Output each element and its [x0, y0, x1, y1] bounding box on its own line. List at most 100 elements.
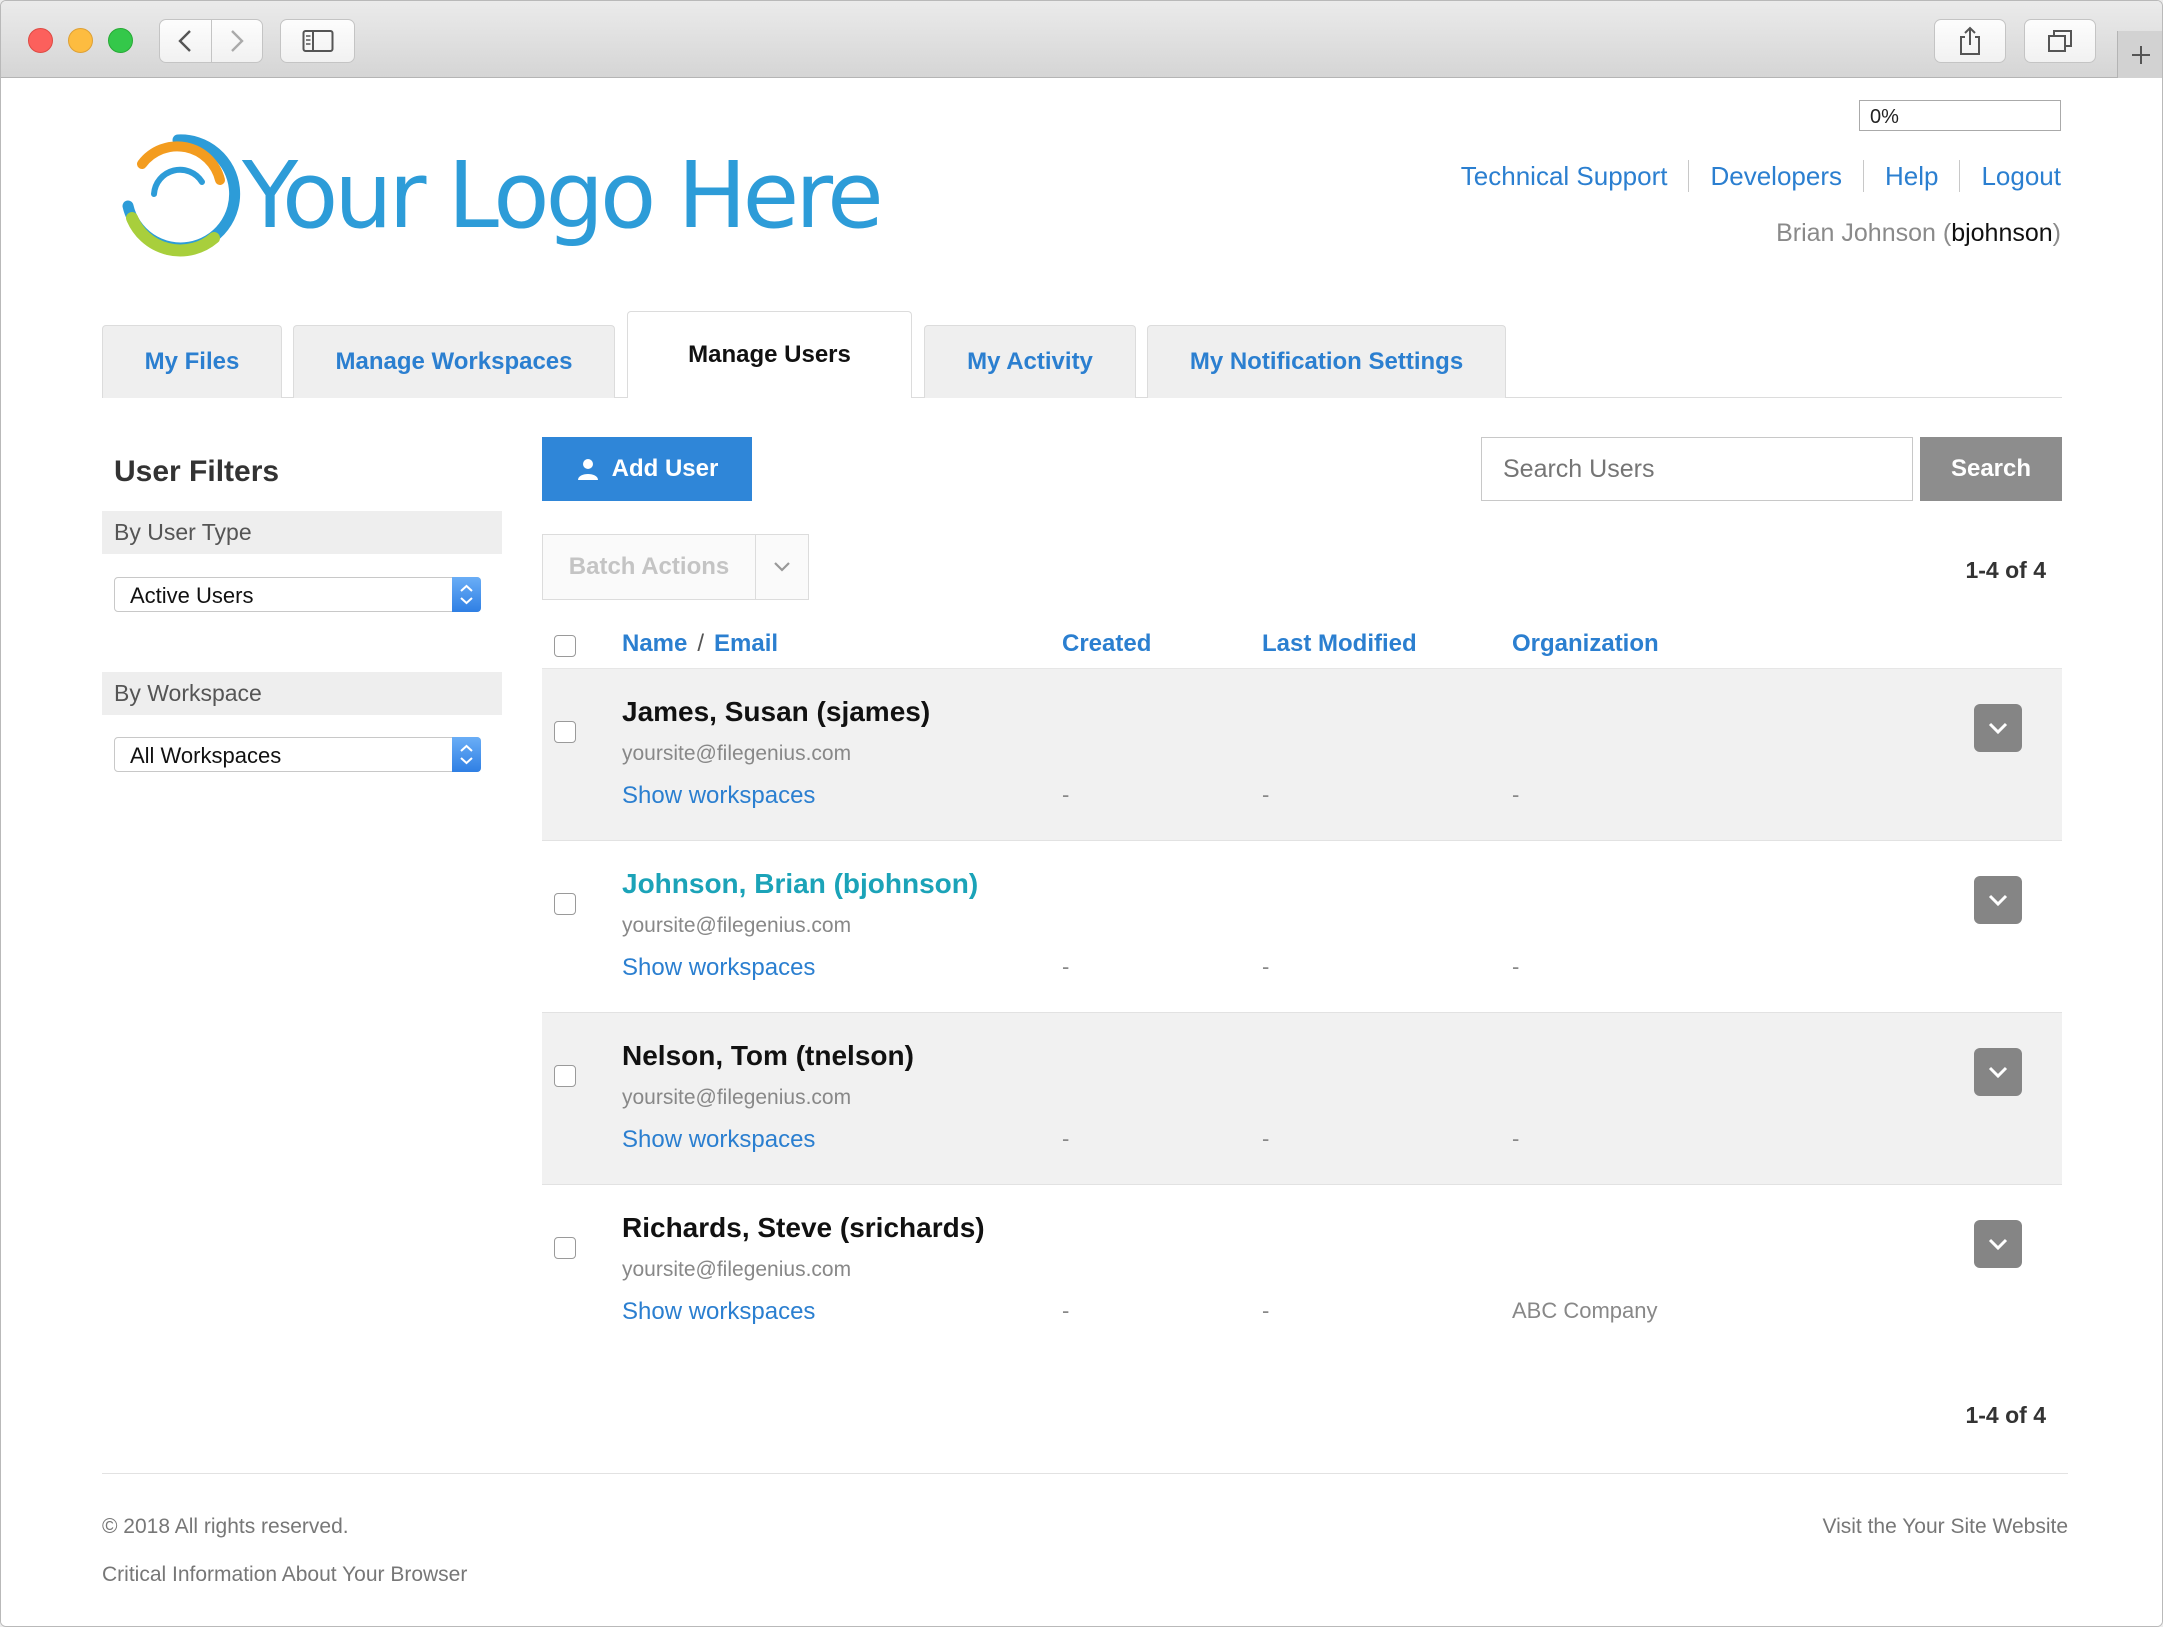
row-actions-button[interactable]: [1974, 1220, 2022, 1268]
link-separator: [1862, 160, 1864, 192]
new-tab-button[interactable]: [2117, 31, 2162, 78]
zoom-window-button[interactable]: [108, 28, 133, 53]
organization-value: ABC Company: [1512, 1298, 1658, 1323]
workspace-value: All Workspaces: [130, 743, 282, 768]
batch-actions-toggle[interactable]: [756, 535, 808, 599]
created-value: -: [1062, 1298, 1070, 1323]
workspace-select[interactable]: All Workspaces: [114, 737, 481, 772]
user-login-paren: (: [1942, 219, 1952, 247]
created-value: -: [1062, 1126, 1070, 1151]
site-logo[interactable]: Your Logo Here: [114, 118, 884, 288]
table-row: Nelson, Tom (tnelson) yoursite@filegeniu…: [542, 1013, 2062, 1185]
tab-manage-users[interactable]: Manage Users: [627, 311, 912, 398]
plus-icon: [2132, 45, 2150, 64]
forward-button[interactable]: [212, 20, 263, 62]
user-name: Nelson, Tom (tnelson): [622, 1040, 914, 1071]
sort-by-created[interactable]: Created: [1062, 630, 1151, 658]
share-button[interactable]: [1934, 19, 2006, 63]
user-email: yoursite@filegenius.com: [622, 1086, 852, 1109]
row-checkbox[interactable]: [554, 1065, 576, 1087]
logo-swirl-icon: [122, 134, 241, 257]
show-workspaces-link[interactable]: Show workspaces: [622, 1298, 815, 1326]
table-row: Johnson, Brian (bjohnson) yoursite@fileg…: [542, 841, 2062, 1013]
sidebar-toggle-button[interactable]: [280, 19, 355, 63]
select-arrows-icon: [452, 577, 481, 612]
tab-manage-workspaces[interactable]: Manage Workspaces: [293, 325, 615, 398]
tabs-overview-icon: [2048, 30, 2072, 52]
row-checkbox[interactable]: [554, 893, 576, 915]
user-display-name: Brian Johnson: [1776, 219, 1936, 247]
user-icon: [577, 459, 598, 480]
top-links: Technical Support Developers Help Logout: [1461, 160, 2061, 192]
user-email: yoursite@filegenius.com: [622, 742, 852, 765]
show-workspaces-link[interactable]: Show workspaces: [622, 1126, 815, 1154]
chevron-right-icon: [230, 30, 244, 52]
last-modified-value: -: [1262, 782, 1270, 807]
sort-by-name[interactable]: Name: [622, 630, 687, 657]
user-name: Johnson, Brian (bjohnson): [622, 868, 979, 899]
back-button[interactable]: [160, 20, 212, 62]
add-user-label: Add User: [611, 455, 719, 482]
users-table-header: Name / Email Created Last Modified Organiz…: [542, 619, 2062, 670]
add-user-button[interactable]: Add User: [542, 437, 752, 501]
chevron-down-icon: [1988, 894, 2008, 907]
show-workspaces-link[interactable]: Show workspaces: [622, 782, 815, 810]
user-type-select[interactable]: Active Users: [114, 577, 481, 612]
sort-by-last-modified[interactable]: Last Modified: [1262, 630, 1417, 658]
sort-by-email[interactable]: Email: [714, 630, 778, 657]
organization-value: -: [1512, 782, 1520, 807]
technical-support-link[interactable]: Technical Support: [1461, 161, 1668, 192]
link-separator: [1959, 160, 1961, 192]
chevron-left-icon: [178, 30, 192, 52]
batch-actions-label: Batch Actions: [543, 535, 756, 599]
logout-link[interactable]: Logout: [1981, 161, 2061, 192]
link-separator: [1688, 160, 1690, 192]
last-modified-value: -: [1262, 1126, 1270, 1151]
user-email: yoursite@filegenius.com: [622, 1258, 852, 1281]
table-row: James, Susan (sjames) yoursite@filegeniu…: [542, 669, 2062, 841]
last-modified-value: -: [1262, 1298, 1270, 1323]
user-type-value: Active Users: [130, 583, 254, 608]
search-users-input[interactable]: [1481, 437, 1913, 501]
row-checkbox[interactable]: [554, 1237, 576, 1259]
close-window-button[interactable]: [28, 28, 53, 53]
footer-divider: [102, 1473, 2068, 1474]
select-all-checkbox[interactable]: [554, 635, 576, 657]
column-name-email: Name / Email: [622, 630, 778, 658]
results-count-top: 1-4 of 4: [1965, 557, 2046, 583]
tabs-overview-button[interactable]: [2024, 19, 2096, 63]
share-icon: [1960, 26, 1980, 55]
copyright-text: © 2018 All rights reserved.: [102, 1515, 349, 1538]
visit-site-link[interactable]: Visit the Your Site Website: [1822, 1515, 2068, 1539]
row-actions-button[interactable]: [1974, 704, 2022, 752]
show-workspaces-link[interactable]: Show workspaces: [622, 954, 815, 982]
user-login: bjohnson: [1951, 219, 2053, 247]
row-actions-button[interactable]: [1974, 1048, 2022, 1096]
developers-link[interactable]: Developers: [1710, 161, 1842, 192]
chevron-down-icon: [1988, 1238, 2008, 1251]
search-button[interactable]: Search: [1920, 437, 2062, 501]
sort-by-organization[interactable]: Organization: [1512, 630, 1659, 658]
batch-actions-dropdown[interactable]: Batch Actions: [542, 534, 809, 600]
help-link[interactable]: Help: [1885, 161, 1938, 192]
tab-my-files[interactable]: My Files: [102, 325, 282, 398]
results-count-bottom: 1-4 of 4: [1965, 1402, 2046, 1428]
last-modified-value: -: [1262, 954, 1270, 979]
tab-my-notification-settings[interactable]: My Notification Settings: [1147, 325, 1506, 398]
workspace-heading: By Workspace: [102, 672, 502, 715]
row-checkbox[interactable]: [554, 721, 576, 743]
history-buttons: [159, 19, 263, 63]
table-row: Richards, Steve (srichards) yoursite@fil…: [542, 1185, 2062, 1357]
browser-info-link[interactable]: Critical Information About Your Browser: [102, 1563, 467, 1587]
user-name: Richards, Steve (srichards): [622, 1212, 985, 1243]
upload-progress-bar: 0%: [1859, 100, 2061, 131]
row-actions-button[interactable]: [1974, 876, 2022, 924]
chevron-down-icon: [774, 562, 790, 572]
created-value: -: [1062, 782, 1070, 807]
minimize-window-button[interactable]: [68, 28, 93, 53]
current-user: Brian Johnson (bjohnson): [1776, 219, 2061, 248]
main-tabs: My Files Manage Workspaces Manage Users …: [102, 309, 2062, 398]
tab-my-activity[interactable]: My Activity: [924, 325, 1136, 398]
logo-text: Your Logo Here: [242, 142, 884, 249]
user-filters-title: User Filters: [114, 455, 280, 488]
